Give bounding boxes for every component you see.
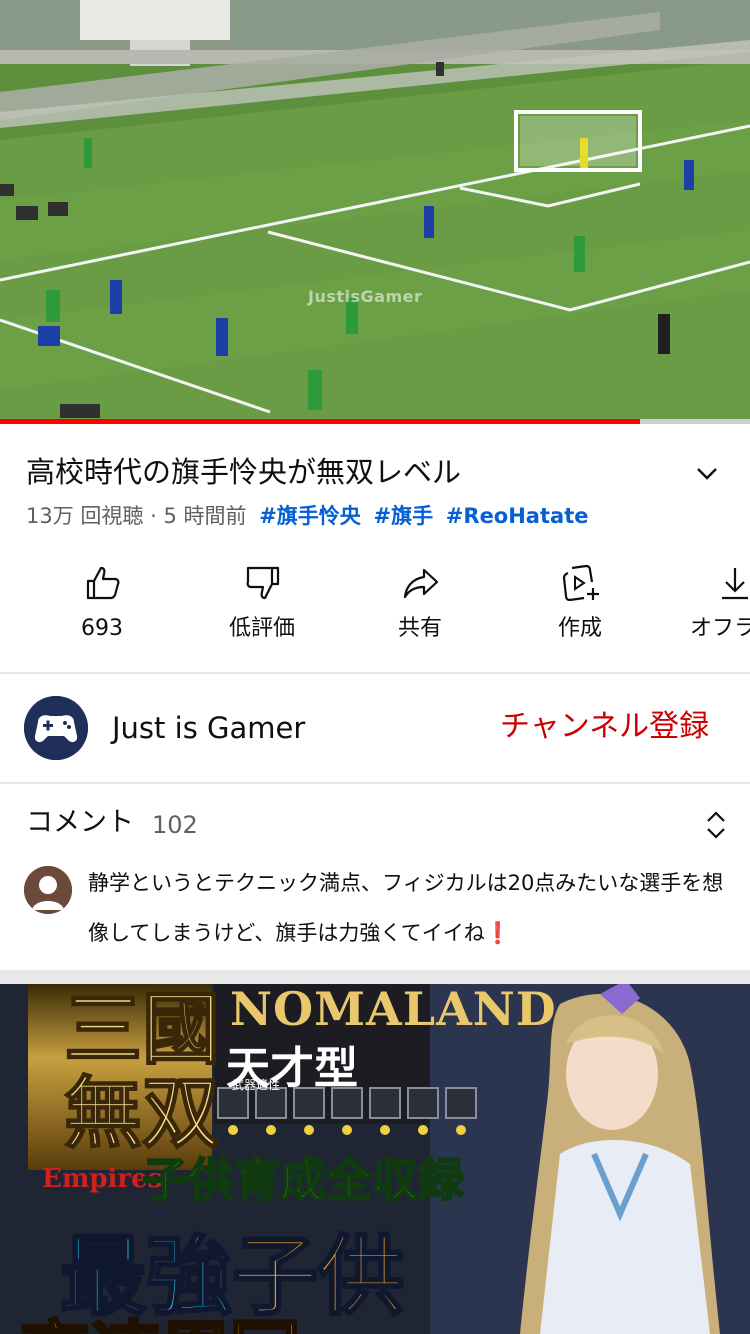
share-button[interactable]: 共有 <box>360 560 480 656</box>
download-icon <box>722 568 748 600</box>
view-count: 13万 回視聴 <box>26 504 144 528</box>
hashtag-link[interactable]: #旗手 <box>374 504 434 528</box>
top-comment[interactable]: 静学というとテクニック満点、フィジカルは20点みたいな選手を想像してしまうけど、… <box>88 858 728 958</box>
channel-name[interactable]: Just is Gamer <box>112 708 305 748</box>
commenter-avatar[interactable] <box>24 866 72 914</box>
channel-avatar[interactable] <box>24 696 88 760</box>
thumbnail-weapon-label: 武器適性 <box>232 1078 281 1092</box>
comments-label[interactable]: コメント <box>26 804 134 842</box>
video-frame <box>0 0 750 424</box>
meta-separator: · <box>150 504 157 528</box>
divider <box>0 672 750 674</box>
like-button[interactable]: 693 <box>42 560 162 656</box>
action-bar: 693 低評価 共有 作成 オフライ <box>0 560 750 660</box>
section-gap <box>0 970 750 984</box>
comments-count: 102 <box>152 811 198 839</box>
expand-description-button[interactable] <box>692 458 722 488</box>
video-meta: 13万 回視聴 · 5 時間前 #旗手怜央 #旗手 #ReoHatate <box>26 500 588 532</box>
download-button[interactable]: オフライ <box>674 560 750 656</box>
upload-age: 5 時間前 <box>163 504 247 528</box>
like-icon <box>86 566 120 600</box>
user-avatar-icon <box>24 866 72 914</box>
hashtag-link[interactable]: #旗手怜央 <box>259 504 361 528</box>
next-video-thumbnail[interactable]: 三國無双 Empires NOMALAND 天才型 武器適性 子供育成全収録 最… <box>0 984 750 1334</box>
exclamation-emoji: ❗ <box>484 921 511 945</box>
subscribe-button[interactable]: チャンネル登録 <box>500 706 709 748</box>
thumbnail-headline-1: 子供育成全収録 <box>141 1152 465 1208</box>
thumbnail-headline-3: 高速周回 <box>19 1298 302 1334</box>
dislike-button[interactable]: 低評価 <box>202 560 322 656</box>
video-player[interactable]: JustisGamer <box>0 0 750 424</box>
video-watermark: JustisGamer <box>308 287 423 306</box>
thumbnail-brand: NOMALAND <box>230 984 557 1036</box>
dislike-icon <box>246 566 280 600</box>
share-icon <box>403 568 439 599</box>
create-icon <box>562 564 599 602</box>
comments-expand-button[interactable] <box>700 808 732 842</box>
download-label: オフライ <box>689 616 750 641</box>
like-count: 693 <box>81 616 123 641</box>
top-comment-text: 静学というとテクニック満点、フィジカルは20点みたいな選手を想像してしまうけど、… <box>88 871 724 945</box>
share-label: 共有 <box>397 616 442 641</box>
create-button[interactable]: 作成 <box>520 560 640 656</box>
video-progress-bar[interactable] <box>0 419 750 424</box>
divider <box>0 782 750 784</box>
gamepad-icon <box>24 696 88 760</box>
unfold-icon <box>707 811 725 839</box>
dislike-label: 低評価 <box>228 616 295 641</box>
game-logo-text: 三國無双 <box>63 984 221 1159</box>
hashtag-link[interactable]: #ReoHatate <box>446 504 589 528</box>
video-progress-fill <box>0 419 640 424</box>
video-title: 高校時代の旗手怜央が無双レベル <box>26 455 462 489</box>
game-logo-badge: 三國無双 <box>28 984 221 1170</box>
chevron-down-icon <box>697 468 717 480</box>
create-label: 作成 <box>557 616 602 641</box>
